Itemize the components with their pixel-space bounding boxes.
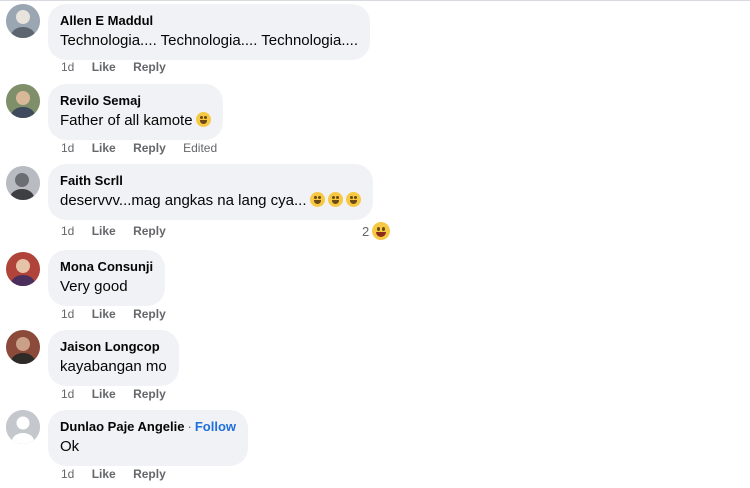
like-button[interactable]: Like: [92, 387, 116, 401]
avatar[interactable]: [6, 166, 40, 200]
rolling-laughing-emoji-icon: [195, 112, 211, 127]
avatar[interactable]: [6, 410, 40, 444]
comment-time[interactable]: 1d: [61, 60, 74, 74]
separator-dot: ·: [187, 419, 192, 434]
like-button[interactable]: Like: [92, 307, 116, 321]
comment-actions: 1d Like Reply: [61, 387, 180, 401]
comment-time[interactable]: 1d: [61, 224, 74, 238]
comment-bubble: Mona Consunji Very good: [48, 250, 166, 306]
person-avatar-icon: [6, 252, 40, 286]
comment-author[interactable]: Mona Consunji: [60, 258, 153, 275]
person-avatar-icon: [6, 4, 40, 38]
comment-actions: 1d Like Reply: [61, 224, 180, 238]
reaction-summary[interactable]: 2: [362, 222, 391, 240]
comment-text-row: Father of all kamote: [60, 111, 211, 131]
comment-actions: 1d Like Reply: [61, 467, 180, 481]
comment-author[interactable]: Allen E Maddul: [60, 12, 358, 29]
follow-button[interactable]: Follow: [195, 419, 236, 434]
person-avatar-icon: [6, 84, 40, 118]
comment-bubble: Faith Scrll deservvv...mag angkas na lan…: [48, 164, 373, 220]
reply-button[interactable]: Reply: [133, 224, 166, 238]
comment-time[interactable]: 1d: [61, 307, 74, 321]
top-divider: [0, 0, 750, 1]
comment-actions: 1d Like Reply: [61, 60, 180, 74]
comment-text-row: deservvv...mag angkas na lang cya...: [60, 191, 361, 211]
comment-actions: 1d Like Reply Edited: [61, 141, 231, 155]
comment-author[interactable]: Revilo Semaj: [60, 92, 211, 109]
reply-button[interactable]: Reply: [133, 467, 166, 481]
edited-label[interactable]: Edited: [183, 141, 217, 155]
like-button[interactable]: Like: [92, 224, 116, 238]
person-avatar-icon: [6, 166, 40, 200]
comment-text: deservvv...mag angkas na lang cya...: [60, 192, 307, 209]
grinning-emoji-icon: [327, 192, 343, 207]
like-button[interactable]: Like: [92, 141, 116, 155]
haha-reaction-icon: [372, 222, 391, 240]
comment-author[interactable]: Faith Scrll: [60, 172, 361, 189]
avatar[interactable]: [6, 252, 40, 286]
comment-text: kayabangan mo: [60, 358, 167, 375]
default-avatar-icon: [6, 410, 40, 444]
grinning-emoji-icon: [345, 192, 361, 207]
comment-actions: 1d Like Reply: [61, 307, 180, 321]
like-button[interactable]: Like: [92, 467, 116, 481]
comment-author-row: Dunlao Paje Angelie · Follow: [60, 418, 236, 435]
person-avatar-icon: [6, 330, 40, 364]
comment-bubble: Jaison Longcop kayabangan mo: [48, 330, 179, 386]
comment-text: Ok: [60, 438, 80, 455]
comment-author[interactable]: Dunlao Paje Angelie: [60, 419, 185, 434]
avatar[interactable]: [6, 330, 40, 364]
comment-text: Technologia.... Technologia.... Technolo…: [60, 32, 358, 49]
comment-author[interactable]: Jaison Longcop: [60, 338, 167, 355]
comment-text: Father of all kamote: [60, 112, 193, 129]
reply-button[interactable]: Reply: [133, 387, 166, 401]
grinning-emoji-icon: [309, 192, 325, 207]
like-button[interactable]: Like: [92, 60, 116, 74]
comment-bubble: Allen E Maddul Technologia.... Technolog…: [48, 4, 370, 60]
reply-button[interactable]: Reply: [133, 141, 166, 155]
reply-button[interactable]: Reply: [133, 60, 166, 74]
comment-time[interactable]: 1d: [61, 387, 74, 401]
comment-time[interactable]: 1d: [61, 467, 74, 481]
comment-bubble: Revilo Semaj Father of all kamote: [48, 84, 223, 140]
avatar[interactable]: [6, 4, 40, 38]
comment-text: Very good: [60, 278, 128, 295]
reply-button[interactable]: Reply: [133, 307, 166, 321]
avatar[interactable]: [6, 84, 40, 118]
comment-time[interactable]: 1d: [61, 141, 74, 155]
comment-bubble: Dunlao Paje Angelie · Follow Ok: [48, 410, 249, 466]
reaction-count: 2: [362, 223, 370, 239]
